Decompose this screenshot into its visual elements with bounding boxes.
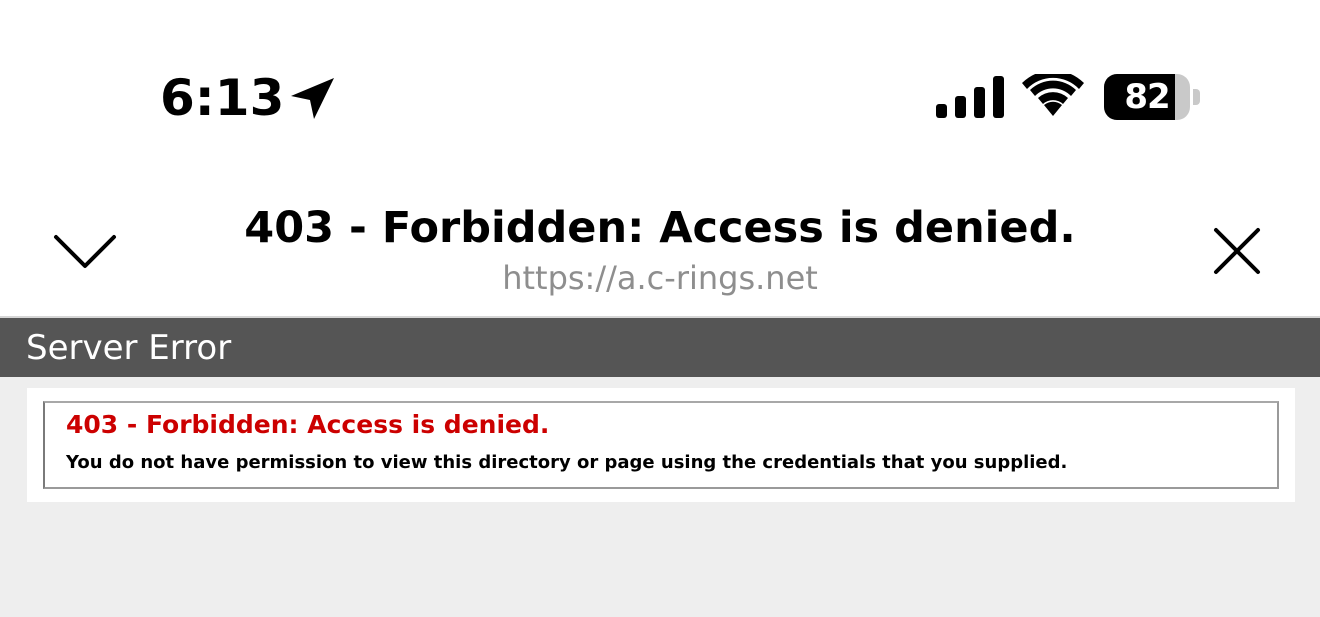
- status-time: 6:13: [160, 69, 285, 127]
- close-icon[interactable]: [1212, 226, 1262, 276]
- error-fieldset: 403 - Forbidden: Access is denied. You d…: [43, 401, 1279, 489]
- location-arrow-icon: [291, 78, 334, 119]
- error-message: You do not have permission to view this …: [66, 452, 1068, 473]
- cellular-signal-icon: [936, 76, 1004, 118]
- error-heading: 403 - Forbidden: Access is denied.: [66, 410, 550, 439]
- server-error-title: Server Error: [26, 328, 232, 368]
- wifi-icon: [1022, 74, 1084, 116]
- battery-percentage: 82: [1124, 77, 1170, 117]
- battery-icon: 82: [1104, 74, 1200, 120]
- browser-sheet-header: 403 - Forbidden: Access is denied. https…: [0, 180, 1320, 316]
- server-error-header: Server Error: [0, 318, 1320, 377]
- page-url[interactable]: https://a.c-rings.net: [0, 258, 1320, 298]
- error-content: 403 - Forbidden: Access is denied. You d…: [27, 388, 1295, 502]
- status-bar: 6:13 82: [0, 0, 1320, 180]
- page-title: 403 - Forbidden: Access is denied.: [244, 203, 1076, 253]
